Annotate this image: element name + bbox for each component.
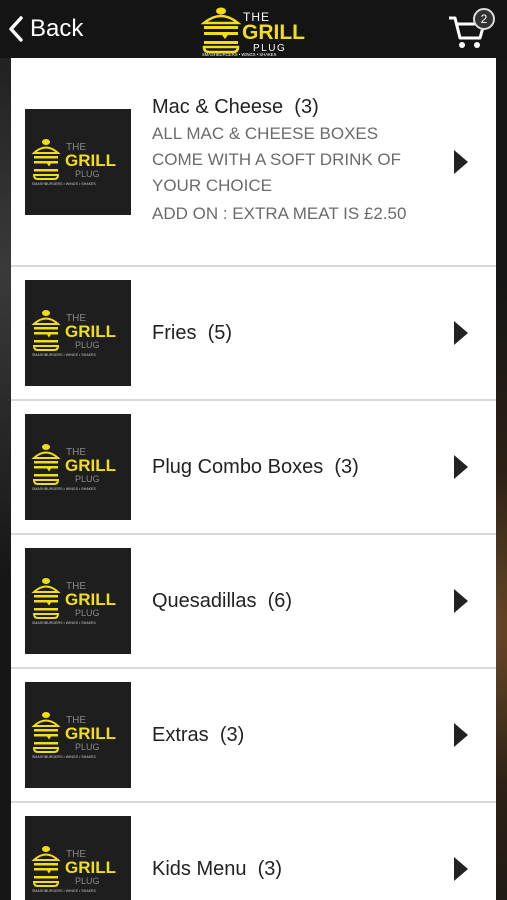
svg-text:SMASHBURGERS • WINGS • SHAKES: SMASHBURGERS • WINGS • SHAKES	[32, 621, 96, 625]
svg-text:PLUG: PLUG	[75, 474, 100, 484]
top-bar: Back THE GRILL PLUG SMASHBURGERS • WINGS…	[0, 0, 507, 58]
chevron-right-icon	[454, 857, 468, 881]
svg-text:GRILL: GRILL	[65, 456, 116, 475]
chevron-right-icon	[454, 149, 468, 174]
svg-text:SMASHBURGERS • WINGS • SHAKES: SMASHBURGERS • WINGS • SHAKES	[32, 889, 96, 893]
app-logo: THE GRILL PLUG SMASHBURGERS • WINGS • SH…	[199, 1, 309, 57]
chevron-right-icon	[454, 455, 468, 479]
category-title: Extras (3)	[152, 723, 245, 746]
svg-text:SMASHBURGERS • WINGS • SHAKES: SMASHBURGERS • WINGS • SHAKES	[32, 182, 96, 186]
svg-text:PLUG: PLUG	[75, 169, 100, 179]
category-description-addon: ADD ON : EXTRA MEAT IS £2.50	[152, 204, 407, 223]
category-title: Mac & Cheese (3)	[152, 96, 319, 118]
chevron-left-icon	[9, 16, 23, 42]
category-thumbnail: THE GRILL PLUG SMASHBURGERS • WINGS • SH…	[25, 682, 131, 788]
category-item-mac-cheese[interactable]: THE GRILL PLUG SMASHBURGERS • WINGS • SH…	[11, 58, 496, 267]
svg-text:SMASHBURGERS • WINGS • SHAKES: SMASHBURGERS • WINGS • SHAKES	[32, 487, 96, 491]
chevron-right-icon	[454, 723, 468, 747]
category-item-extras[interactable]: THE GRILL PLUG SMASHBURGERS • WINGS • SH…	[11, 669, 496, 803]
category-item-kids-menu[interactable]: THE GRILL PLUG SMASHBURGERS • WINGS • SH…	[11, 803, 496, 900]
category-title: Kids Menu (3)	[152, 857, 283, 880]
category-title: Plug Combo Boxes (3)	[152, 455, 359, 478]
svg-text:SMASHBURGERS • WINGS • SHAKES: SMASHBURGERS • WINGS • SHAKES	[32, 353, 96, 357]
svg-text:PLUG: PLUG	[75, 340, 100, 350]
back-button[interactable]: Back	[8, 12, 83, 46]
svg-text:PLUG: PLUG	[75, 608, 100, 618]
back-label: Back	[30, 15, 84, 42]
svg-text:PLUG: PLUG	[75, 876, 100, 886]
category-thumbnail: THE GRILL PLUG SMASHBURGERS • WINGS • SH…	[25, 108, 131, 215]
svg-text:GRILL: GRILL	[65, 858, 116, 877]
svg-text:GRILL: GRILL	[65, 322, 116, 341]
cart-count-badge: 2	[473, 8, 495, 30]
category-thumbnail: THE GRILL PLUG SMASHBURGERS • WINGS • SH…	[25, 548, 131, 654]
category-title: Quesadillas (6)	[152, 589, 293, 612]
category-title: Fries (5)	[152, 321, 233, 344]
svg-text:GRILL: GRILL	[65, 724, 116, 743]
svg-text:GRILL: GRILL	[65, 590, 116, 609]
category-item-fries[interactable]: THE GRILL PLUG SMASHBURGERS • WINGS • SH…	[11, 267, 496, 401]
chevron-right-icon	[454, 321, 468, 345]
svg-text:SMASHBURGERS • WINGS • SHAKES: SMASHBURGERS • WINGS • SHAKES	[202, 52, 277, 57]
svg-text:GRILL: GRILL	[65, 151, 116, 170]
category-description: ALL MAC & CHEESE BOXES COME WITH A SOFT …	[152, 124, 402, 195]
category-list: THE GRILL PLUG SMASHBURGERS • WINGS • SH…	[11, 58, 496, 900]
category-thumbnail: THE GRILL PLUG SMASHBURGERS • WINGS • SH…	[25, 280, 131, 386]
category-thumbnail: THE GRILL PLUG SMASHBURGERS • WINGS • SH…	[25, 414, 131, 520]
svg-text:PLUG: PLUG	[75, 742, 100, 752]
category-item-plug-combo-boxes[interactable]: THE GRILL PLUG SMASHBURGERS • WINGS • SH…	[11, 401, 496, 535]
svg-text:GRILL: GRILL	[242, 21, 305, 44]
category-item-quesadillas[interactable]: THE GRILL PLUG SMASHBURGERS • WINGS • SH…	[11, 535, 496, 669]
chevron-right-icon	[454, 589, 468, 613]
cart-button[interactable]: 2	[447, 6, 497, 50]
category-thumbnail: THE GRILL PLUG SMASHBURGERS • WINGS • SH…	[25, 816, 131, 900]
svg-text:SMASHBURGERS • WINGS • SHAKES: SMASHBURGERS • WINGS • SHAKES	[32, 755, 96, 759]
